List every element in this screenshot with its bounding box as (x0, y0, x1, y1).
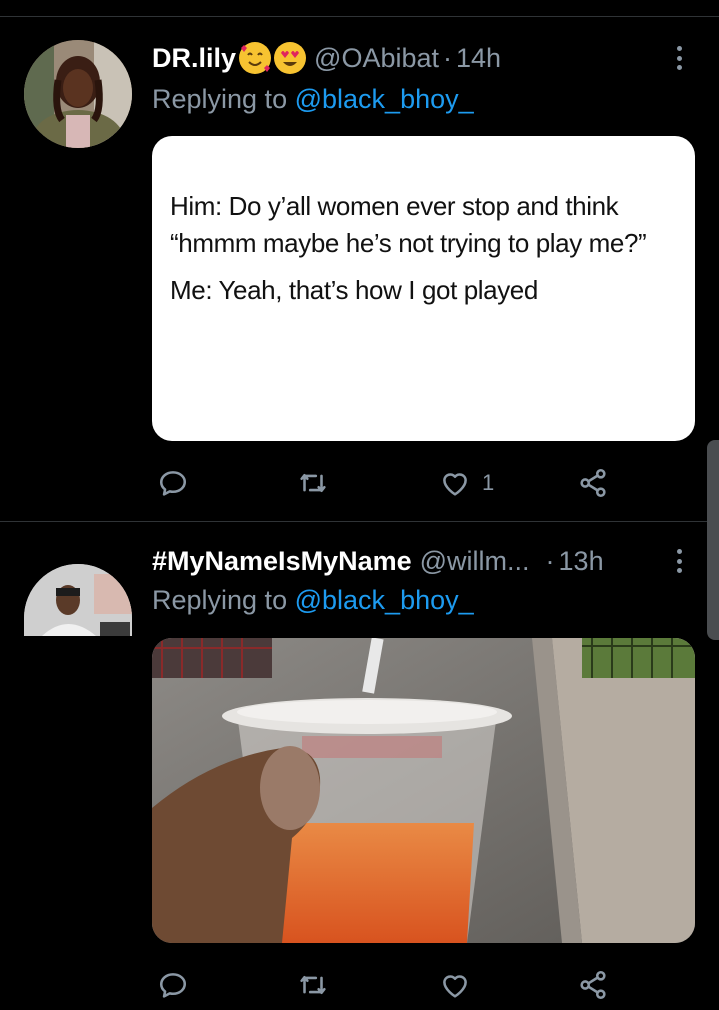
share-icon (580, 468, 606, 498)
replying-to-label: Replying to (152, 585, 288, 615)
share-icon (580, 970, 606, 1000)
tweet-1[interactable]: DR.lily @OAbibat · 14h Replying to @blac… (0, 0, 719, 520)
user-handle[interactable]: @willm... (420, 546, 530, 577)
tweet-media-photo[interactable] (152, 638, 695, 943)
reply-button[interactable] (156, 463, 190, 503)
tweet-2[interactable]: #MyNameIsMyName @willm... · 13h Replying… (0, 522, 719, 1010)
scrollbar-thumb[interactable] (707, 440, 719, 640)
retweet-icon (300, 473, 326, 493)
tweet-actions: 1 (152, 463, 622, 503)
share-button[interactable] (576, 463, 610, 503)
heart-eyes-emoji (274, 42, 307, 74)
display-name[interactable]: #MyNameIsMyName (152, 546, 412, 577)
avatar[interactable] (24, 564, 132, 636)
media-text: Him: Do y’all women ever stop and think … (152, 136, 695, 309)
media-text-line: Me: Yeah, that’s how I got played (170, 274, 538, 305)
tweet-media-card[interactable]: Him: Do y’all women ever stop and think … (152, 136, 695, 441)
reply-icon (159, 471, 187, 496)
timestamp[interactable]: 14h (456, 43, 501, 74)
replying-to-mention[interactable]: @black_bhoy_ (295, 585, 474, 615)
juice-photo (152, 638, 695, 943)
more-options-icon[interactable] (669, 543, 689, 579)
media-text-line: Him: Do y’all women ever stop and think … (170, 191, 647, 258)
like-button[interactable]: 1 (438, 463, 494, 503)
avatar-image (24, 40, 132, 148)
retweet-button[interactable] (296, 463, 330, 503)
smiling-face-with-hearts-emoji (239, 42, 272, 74)
separator-dot: · (443, 42, 452, 73)
like-icon (443, 975, 467, 998)
replying-to-line: Replying to @black_bhoy_ (152, 84, 474, 115)
retweet-button[interactable] (296, 965, 330, 1005)
tweet-actions (152, 965, 622, 1005)
more-options-icon[interactable] (669, 40, 689, 76)
share-button[interactable] (576, 965, 610, 1005)
like-icon (443, 473, 467, 496)
replying-to-line: Replying to @black_bhoy_ (152, 585, 474, 616)
replying-to-mention[interactable]: @black_bhoy_ (295, 84, 474, 114)
avatar-image (24, 564, 132, 636)
like-button[interactable] (438, 965, 472, 1005)
reply-button[interactable] (156, 965, 190, 1005)
retweet-icon (300, 975, 326, 995)
tweet-header: DR.lily @OAbibat · 14h (152, 38, 639, 78)
like-count: 1 (482, 470, 495, 495)
reply-icon (159, 973, 187, 998)
timestamp[interactable]: 13h (559, 546, 604, 577)
user-handle[interactable]: @OAbibat (314, 43, 439, 74)
display-name[interactable]: DR.lily (152, 43, 236, 74)
avatar[interactable] (24, 40, 132, 148)
replying-to-label: Replying to (152, 84, 288, 114)
separator-dot: · (545, 545, 555, 576)
tweet-header: #MyNameIsMyName @willm... · 13h (152, 541, 639, 581)
